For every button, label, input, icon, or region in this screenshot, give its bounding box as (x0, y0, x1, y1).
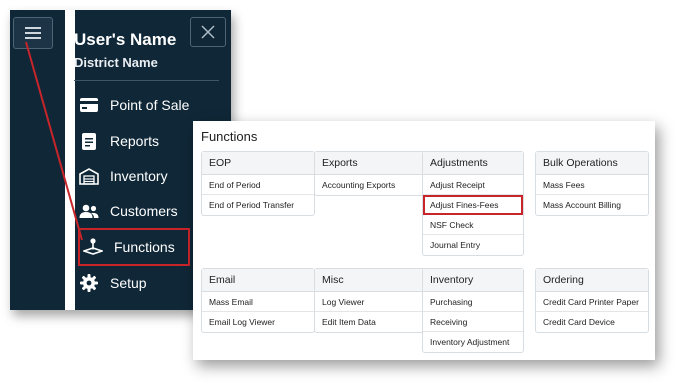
function-nsf-check[interactable]: NSF Check (423, 215, 523, 235)
group-adjustments: Adjustments Adjust Receipt Adjust Fines-… (422, 151, 524, 256)
users-icon (78, 200, 100, 222)
function-edit-item-data[interactable]: Edit Item Data (315, 312, 427, 332)
function-mass-fees[interactable]: Mass Fees (536, 175, 648, 195)
group-header: Bulk Operations (536, 152, 648, 175)
function-end-of-period-transfer[interactable]: End of Period Transfer (202, 195, 314, 215)
user-name: User's Name (74, 30, 177, 49)
document-icon (78, 130, 100, 152)
nav-item-label: Inventory (110, 168, 168, 184)
nav-item-label: Point of Sale (110, 97, 190, 113)
function-purchasing[interactable]: Purchasing (423, 292, 523, 312)
group-bulk-operations: Bulk Operations Mass Fees Mass Account B… (535, 151, 649, 216)
group-email: Email Mass Email Email Log Viewer (201, 268, 315, 333)
nav-item-label: Functions (114, 239, 175, 255)
function-credit-card-printer-paper[interactable]: Credit Card Printer Paper (536, 292, 648, 312)
warehouse-icon (78, 165, 100, 187)
group-header: Adjustments (423, 152, 523, 175)
nav-item-reports[interactable]: Reports (78, 126, 202, 156)
nav-item-setup[interactable]: Setup (78, 268, 202, 298)
function-journal-entry[interactable]: Journal Entry (423, 235, 523, 255)
group-header: Ordering (536, 269, 648, 292)
nav-item-label: Setup (110, 275, 147, 291)
function-log-viewer[interactable]: Log Viewer (315, 292, 427, 312)
functions-panel: Functions EOP End of Period End of Perio… (193, 121, 655, 360)
gear-icon (78, 272, 100, 294)
group-eop: EOP End of Period End of Period Transfer (201, 151, 315, 216)
divider (74, 80, 219, 81)
nav-item-point-of-sale[interactable]: Point of Sale (78, 90, 202, 120)
function-credit-card-device[interactable]: Credit Card Device (536, 312, 648, 332)
nav-item-inventory[interactable]: Inventory (78, 161, 202, 191)
group-exports: Exports Accounting Exports (314, 151, 428, 196)
function-email-log-viewer[interactable]: Email Log Viewer (202, 312, 314, 332)
function-mass-email[interactable]: Mass Email (202, 292, 314, 312)
nav-item-functions[interactable]: Functions (78, 228, 190, 266)
nav-item-label: Customers (110, 203, 178, 219)
group-ordering: Ordering Credit Card Printer Paper Credi… (535, 268, 649, 333)
function-receiving[interactable]: Receiving (423, 312, 523, 332)
function-adjust-fines-fees[interactable]: Adjust Fines-Fees (423, 195, 523, 215)
close-button[interactable] (190, 17, 226, 47)
function-mass-account-billing[interactable]: Mass Account Billing (536, 195, 648, 215)
function-accounting-exports[interactable]: Accounting Exports (315, 175, 427, 195)
group-header: Exports (315, 152, 427, 175)
group-header: Inventory (423, 269, 523, 292)
group-misc: Misc Log Viewer Edit Item Data (314, 268, 428, 333)
group-header: EOP (202, 152, 314, 175)
function-end-of-period[interactable]: End of Period (202, 175, 314, 195)
nav-item-customers[interactable]: Customers (78, 196, 202, 226)
group-inventory: Inventory Purchasing Receiving Inventory… (422, 268, 524, 353)
joystick-icon (82, 236, 104, 258)
close-icon (201, 25, 215, 39)
function-adjust-receipt[interactable]: Adjust Receipt (423, 175, 523, 195)
function-inventory-adjustment[interactable]: Inventory Adjustment (423, 332, 523, 352)
hamburger-icon (25, 27, 41, 39)
hamburger-menu-button[interactable] (13, 17, 53, 49)
functions-title: Functions (201, 129, 258, 144)
group-header: Misc (315, 269, 427, 292)
group-header: Email (202, 269, 314, 292)
nav-item-label: Reports (110, 133, 160, 149)
credit-card-icon (78, 94, 100, 116)
district-name: District Name (74, 55, 158, 70)
